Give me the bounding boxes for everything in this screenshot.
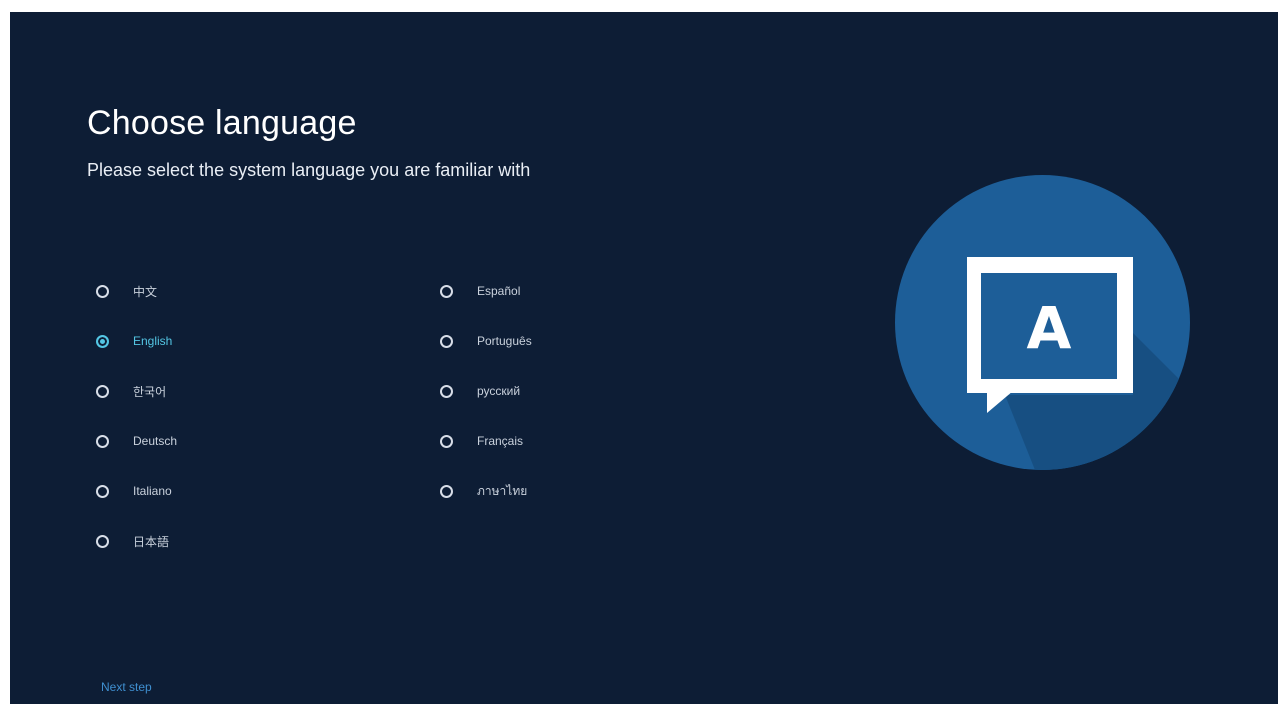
- language-label: ภาษาไทย: [477, 483, 528, 498]
- language-option-english[interactable]: English: [96, 316, 177, 366]
- page-subtitle: Please select the system language you ar…: [87, 160, 531, 180]
- language-label: 日本語: [133, 534, 170, 549]
- language-list-column-left: 中文 English 한국어 Deutsch Italiano 日本語: [96, 266, 177, 566]
- radio-button[interactable]: [96, 384, 109, 398]
- language-label: Português: [477, 334, 532, 348]
- language-option-thai[interactable]: ภาษาไทย: [440, 466, 532, 516]
- next-step-link[interactable]: Next step: [101, 680, 152, 694]
- language-list-column-right: Español Português русский Français ภาษาไ…: [440, 266, 532, 516]
- language-label: Deutsch: [133, 434, 178, 448]
- language-option-chinese[interactable]: 中文: [96, 266, 177, 316]
- radio-button[interactable]: [96, 534, 109, 548]
- page-title: Choose language: [87, 104, 357, 142]
- language-label: 한국어: [133, 384, 167, 399]
- language-option-french[interactable]: Français: [440, 416, 532, 466]
- radio-button[interactable]: [96, 484, 109, 498]
- language-option-russian[interactable]: русский: [440, 366, 532, 416]
- language-option-portuguese[interactable]: Português: [440, 316, 532, 366]
- radio-button[interactable]: [440, 384, 453, 398]
- language-label: Español: [477, 284, 521, 298]
- language-label: Français: [477, 434, 524, 448]
- language-label: 中文: [133, 284, 158, 299]
- language-option-spanish[interactable]: Español: [440, 266, 532, 316]
- letter-a-glyph: A: [1027, 294, 1072, 362]
- radio-button[interactable]: [96, 334, 109, 348]
- radio-button[interactable]: [96, 284, 109, 298]
- language-option-italian[interactable]: Italiano: [96, 466, 177, 516]
- language-option-korean[interactable]: 한국어: [96, 366, 177, 416]
- language-option-japanese[interactable]: 日本語: [96, 516, 177, 566]
- radio-button[interactable]: [96, 434, 109, 448]
- language-icon: A: [895, 175, 1190, 470]
- language-label: English: [133, 334, 173, 348]
- radio-button[interactable]: [440, 434, 453, 448]
- language-setup-screen: Choose language Please select the system…: [10, 12, 1278, 704]
- radio-button[interactable]: [440, 284, 453, 298]
- language-label: Italiano: [133, 484, 172, 498]
- radio-button[interactable]: [440, 334, 453, 348]
- language-option-german[interactable]: Deutsch: [96, 416, 177, 466]
- language-label: русский: [477, 384, 521, 398]
- radio-button[interactable]: [440, 484, 453, 498]
